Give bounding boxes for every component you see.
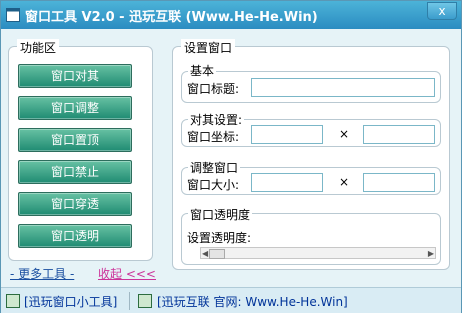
status-app-name: [迅玩窗口小工具] xyxy=(24,295,118,309)
app-window: 窗口工具 V2.0 - 迅玩互联 (Www.He-He.Win) x 功能区 窗… xyxy=(0,0,462,313)
close-button[interactable]: x xyxy=(427,2,457,20)
window-size-label: 窗口大小: xyxy=(187,178,240,192)
status-bar: [迅玩窗口小工具] [迅玩互联 官网: Www.He-He.Win] xyxy=(1,287,461,313)
align-group-title: 对其设置: xyxy=(188,111,245,128)
slider-left-arrow-icon[interactable]: ◀ xyxy=(202,249,208,258)
size-times: × xyxy=(339,175,350,189)
basic-group-title: 基本 xyxy=(188,62,217,79)
coord-y-input[interactable] xyxy=(363,125,435,144)
more-tools-link[interactable]: - 更多工具 - xyxy=(10,265,74,282)
size-width-input[interactable] xyxy=(251,173,323,192)
size-height-input[interactable] xyxy=(363,173,435,192)
window-title-label: 窗口标题: xyxy=(187,82,240,96)
collapse-link[interactable]: 收起 <<< xyxy=(98,265,156,282)
app-icon xyxy=(6,8,20,22)
function-group-title: 功能区 xyxy=(17,39,60,56)
align-window-button[interactable]: 窗口对其 xyxy=(18,64,132,88)
status-app-icon xyxy=(6,294,20,308)
opacity-label: 设置透明度: xyxy=(187,231,252,245)
status-website[interactable]: [迅玩互联 官网: Www.He-He.Win] xyxy=(157,293,348,310)
title-bar: 窗口工具 V2.0 - 迅玩互联 (Www.He-He.Win) x xyxy=(1,1,461,29)
coord-times: × xyxy=(339,127,350,141)
adjust-window-button[interactable]: 窗口调整 xyxy=(18,96,132,120)
status-site-icon xyxy=(138,294,152,308)
window-coord-label: 窗口坐标: xyxy=(187,130,240,144)
disable-window-button[interactable]: 窗口禁止 xyxy=(18,160,132,184)
status-separator xyxy=(129,292,130,310)
slider-right-arrow-icon[interactable]: ▶ xyxy=(428,249,434,258)
slider-thumb[interactable] xyxy=(209,249,225,259)
window-title-input[interactable] xyxy=(251,78,435,97)
settings-group-title: 设置窗口 xyxy=(181,39,236,56)
topmost-window-button[interactable]: 窗口置顶 xyxy=(18,128,132,152)
resize-group-title: 调整窗口 xyxy=(188,159,241,176)
click-through-button[interactable]: 窗口穿透 xyxy=(18,192,132,216)
coord-x-input[interactable] xyxy=(251,125,323,144)
opacity-slider[interactable]: ◀ ▶ xyxy=(200,247,436,259)
transparent-window-button[interactable]: 窗口透明 xyxy=(18,224,132,248)
window-title: 窗口工具 V2.0 - 迅玩互联 (Www.He-He.Win) xyxy=(25,10,318,25)
opacity-group-title: 窗口透明度 xyxy=(188,206,253,223)
